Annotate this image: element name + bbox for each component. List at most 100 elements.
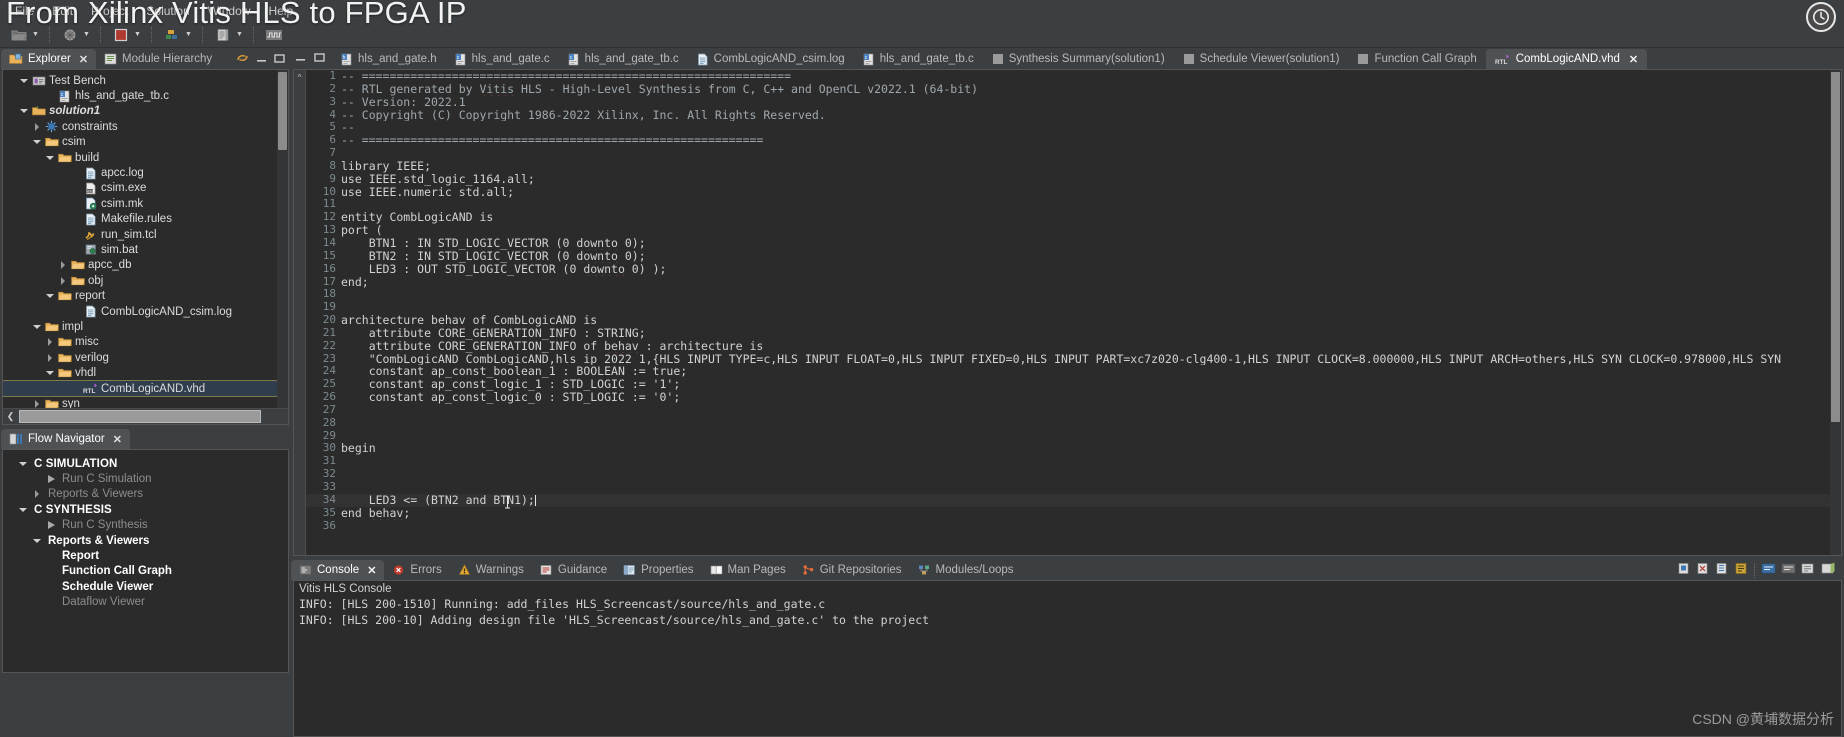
editor-tab-schedule-viewer-solution1[interactable]: Schedule Viewer(solution1) <box>1174 49 1349 69</box>
console-output[interactable]: Vitis HLS Console INFO: [HLS 200-1510] R… <box>293 580 1842 737</box>
code-line[interactable]: 34 LED3 <= (BTN2 and BTN1); <box>306 493 1841 507</box>
clear-console-icon[interactable] <box>1735 562 1749 578</box>
tree-item[interactable]: misc <box>3 335 288 350</box>
code-line[interactable]: 5 -- <box>306 121 1841 134</box>
code-line[interactable]: 33 <box>306 480 1841 494</box>
editor-vertical-scrollbar[interactable] <box>1830 70 1841 555</box>
code-line[interactable]: 2 -- RTL generated by Vitis HLS - High-Le… <box>306 82 1841 96</box>
flow-navigator-item[interactable]: C SYNTHESIS <box>3 502 288 517</box>
tab-flow-navigator[interactable]: Flow Navigator ✕ <box>1 429 130 449</box>
terminate-icon[interactable] <box>1678 562 1692 578</box>
collapse-arrow-icon[interactable] <box>17 507 29 512</box>
code-line[interactable]: 17 end; <box>306 275 1841 289</box>
console-tab-close-icon[interactable]: ✕ <box>367 564 376 577</box>
project-tree[interactable]: Test Bench c hls_and_gate_tb.c solution1 con… <box>3 70 288 412</box>
scroll-lock-icon[interactable] <box>1761 562 1776 578</box>
tree-item[interactable]: constraints <box>3 119 288 134</box>
explorer-vertical-scrollbar[interactable] <box>277 70 288 409</box>
tree-item[interactable]: report <box>3 288 288 303</box>
remove-launch-icon[interactable] <box>1697 562 1711 578</box>
tab-flow-navigator-close-icon[interactable]: ✕ <box>113 433 122 446</box>
link-with-editor-icon[interactable] <box>236 52 249 67</box>
remove-all-icon[interactable] <box>1716 562 1730 578</box>
editor-tab-hls-and-gate-h[interactable]: h hls_and_gate.h <box>332 49 446 69</box>
debug-dropdown-icon[interactable]: ▼ <box>183 25 194 45</box>
code-line[interactable]: 1 -- ====================================… <box>306 70 1841 83</box>
flow-navigator-item[interactable]: Dataflow Viewer <box>3 595 288 610</box>
expand-arrow-icon[interactable] <box>44 338 56 347</box>
pin-console-icon[interactable] <box>1781 562 1796 578</box>
code-line[interactable]: 32 <box>306 467 1841 481</box>
stop-dropdown-icon[interactable]: ▼ <box>132 25 143 45</box>
code-line[interactable]: 7 <box>306 146 1841 160</box>
tree-item[interactable]: vhdl <box>3 365 288 380</box>
code-line[interactable]: 11 <box>306 198 1841 211</box>
code-line[interactable]: 36 <box>306 519 1841 533</box>
open-console-icon[interactable] <box>1821 562 1836 578</box>
flow-navigator-item[interactable]: C SIMULATION <box>3 456 288 471</box>
code-area[interactable]: 1 -- ====================================… <box>306 70 1841 555</box>
tree-item[interactable]: impl <box>3 319 288 334</box>
console-tab-guidance[interactable]: Guidance <box>532 560 615 580</box>
code-line[interactable]: 31 <box>306 454 1841 468</box>
tree-item[interactable]: build <box>3 150 288 165</box>
code-line[interactable]: 16 LED3 : OUT STD_LOGIC_VECTOR (0 downto… <box>306 262 1841 276</box>
flow-navigator-item[interactable]: Run C Simulation <box>3 471 288 486</box>
tab-explorer-close-icon[interactable]: ✕ <box>79 53 88 66</box>
menu-item-help[interactable]: Help <box>259 2 302 20</box>
code-line[interactable]: 27 <box>306 403 1841 417</box>
stop-icon[interactable] <box>110 25 132 45</box>
expand-arrow-icon[interactable] <box>57 276 69 285</box>
display-selected-console-icon[interactable] <box>1801 562 1816 578</box>
code-line[interactable]: 26 constant ap_const_logic_0 : STD_LOGIC… <box>306 390 1841 404</box>
code-line[interactable]: 9 use IEEE.std_logic_1164.all; <box>306 172 1841 186</box>
report-dropdown-icon[interactable]: ▼ <box>234 25 245 45</box>
code-line[interactable]: 35 end behav; <box>306 506 1841 520</box>
code-line[interactable]: 25 constant ap_const_logic_1 : STD_LOGIC… <box>306 377 1841 391</box>
collapse-arrow-icon[interactable] <box>18 109 30 114</box>
flow-navigator-item[interactable]: Report <box>3 548 288 563</box>
console-tab-man-pages[interactable]: Man Pages <box>702 560 794 580</box>
code-line[interactable]: 23 "CombLogicAND_CombLogicAND,hls_ip_202… <box>306 352 1841 366</box>
tree-item[interactable]: csim <box>3 135 288 150</box>
expand-arrow-icon[interactable] <box>44 353 56 362</box>
debug-icon[interactable] <box>161 25 183 45</box>
hscroll-thumb[interactable] <box>19 410 261 423</box>
maximize-icon[interactable] <box>314 52 325 66</box>
console-tab-errors[interactable]: Errors <box>384 560 449 580</box>
tree-item[interactable]: RTL CombLogicAND.vhd <box>3 379 288 398</box>
open-folder-dropdown-icon[interactable]: ▼ <box>30 25 41 45</box>
editor-marker-bar[interactable]: ^ <box>294 70 306 555</box>
editor-tab-close-icon[interactable]: ✕ <box>1629 53 1638 66</box>
tree-item[interactable]: CombLogicAND_csim.log <box>3 304 288 319</box>
code-line[interactable]: 4 -- Copyright (C) Copyright 1986-2022 Xi… <box>306 108 1841 122</box>
editor-tab-hls-and-gate-tb-c[interactable]: c hls_and_gate_tb.c <box>559 49 688 69</box>
tree-item[interactable]: verilog <box>3 350 288 365</box>
tree-item[interactable]: sim.bat <box>3 242 288 257</box>
menu-item-edit[interactable]: Edit <box>43 2 82 20</box>
minimize-icon[interactable] <box>295 52 306 66</box>
expand-arrow-icon[interactable] <box>31 122 43 131</box>
code-line[interactable]: 28 <box>306 416 1841 430</box>
collapse-arrow-icon[interactable] <box>31 538 43 543</box>
code-line[interactable]: 12 entity CombLogicAND is <box>306 210 1841 224</box>
code-editor[interactable]: ^ 1 -- ==================================… <box>293 69 1842 556</box>
flow-navigator-item[interactable]: Reports & Viewers <box>3 533 288 548</box>
console-tab-properties[interactable]: Properties <box>615 560 701 580</box>
tab-explorer[interactable]: Explorer ✕ <box>1 49 97 69</box>
code-line[interactable]: 24 constant ap_const_boolean_1 : BOOLEAN… <box>306 365 1841 378</box>
waveform-icon[interactable] <box>263 25 285 45</box>
flow-navigator-list[interactable]: C SIMULATION Run C Simulation Reports & Vi… <box>3 450 288 610</box>
editor-tab-hls-and-gate-c[interactable]: c hls_and_gate.c <box>446 49 559 69</box>
console-tab-modules-loops[interactable]: Modules/Loops <box>910 560 1022 580</box>
code-line[interactable]: 29 <box>306 429 1841 443</box>
flow-navigator-item[interactable]: Schedule Viewer <box>3 579 288 594</box>
code-line[interactable]: 20 architecture behav of CombLogicAND is <box>306 313 1841 327</box>
expand-arrow-icon[interactable] <box>57 261 69 270</box>
code-line[interactable]: 10 use IEEE.numeric_std.all; <box>306 185 1841 199</box>
tree-item[interactable]: Makefile.rules <box>3 212 288 227</box>
code-line[interactable]: 22 attribute CORE_GENERATION_INFO of beh… <box>306 339 1841 353</box>
code-line[interactable]: 21 attribute CORE_GENERATION_INFO : STRI… <box>306 326 1841 340</box>
code-line[interactable]: 19 <box>306 300 1841 314</box>
console-tab-console[interactable]: Console ✕ <box>291 560 385 580</box>
